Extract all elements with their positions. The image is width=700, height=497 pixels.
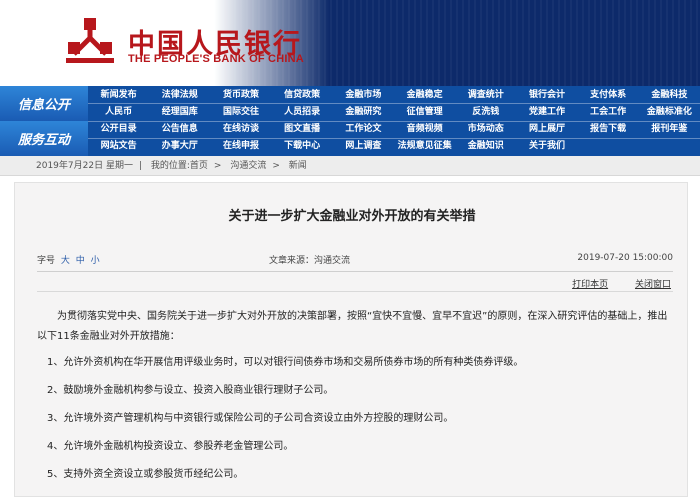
nav-link[interactable]: 在线申报 bbox=[210, 139, 271, 153]
nav-link[interactable]: 人员招录 bbox=[272, 105, 333, 119]
nav-link[interactable]: 网上调查 bbox=[333, 139, 394, 153]
article-intro: 为贯彻落实党中央、国务院关于进一步扩大对外开放的决策部署，按照“宜快不宜慢、宜早… bbox=[37, 311, 668, 342]
nav-link[interactable]: 网站文告 bbox=[88, 139, 149, 153]
print-page-link[interactable]: 打印本页 bbox=[572, 280, 608, 290]
breadcrumb-item-news[interactable]: 新闻 bbox=[289, 161, 307, 171]
nav-link[interactable]: 在线访谈 bbox=[210, 122, 271, 136]
article-panel: 关于进一步扩大金融业对外开放的有关举措 字号 大 中 小 文章来源：沟通交流 2… bbox=[14, 182, 688, 497]
article-tools: 打印本页 关闭窗口 bbox=[548, 277, 671, 290]
nav-link[interactable]: 货币政策 bbox=[210, 88, 271, 102]
nav-link[interactable]: 报刊年鉴 bbox=[639, 122, 700, 136]
nav-link[interactable]: 关于我们 bbox=[516, 139, 577, 153]
nav-link[interactable]: 工作论文 bbox=[333, 122, 394, 136]
nav-link[interactable]: 报告下载 bbox=[578, 122, 639, 136]
nav-link[interactable]: 办事大厅 bbox=[149, 139, 210, 153]
nav-link[interactable]: 金融科技 bbox=[639, 88, 700, 102]
nav-link[interactable]: 金融研究 bbox=[333, 105, 394, 119]
breadcrumb-item-communication[interactable]: 沟通交流 bbox=[230, 161, 266, 171]
article-item: 1、允许外资机构在华开展信用评级业务时，可以对银行间债券市场和交易所债券市场的所… bbox=[47, 357, 524, 368]
breadcrumb: 2019年7月22日 星期一 | 我的位置:首页 > 沟通交流 > 新闻 bbox=[0, 156, 700, 176]
article-body: 为贯彻落实党中央、国务院关于进一步扩大对外开放的决策部署，按照“宜快不宜慢、宜早… bbox=[37, 307, 673, 493]
nav-link[interactable]: 信贷政策 bbox=[272, 88, 333, 102]
article-datetime: 2019-07-20 15:00:00 bbox=[577, 253, 673, 263]
main-navigation: 信息公开 服务互动 新闻发布 法律法规 货币政策 信贷政策 金融市场 金融稳定 调查统计 银行… bbox=[0, 86, 700, 156]
nav-link[interactable]: 工会工作 bbox=[578, 105, 639, 119]
nav-link[interactable]: 法律法规 bbox=[149, 88, 210, 102]
article-item: 3、允许境外资产管理机构与中资银行或保险公司的子公司合资设立由外方控股的理财公司… bbox=[47, 413, 454, 424]
nav-link[interactable]: 征信管理 bbox=[394, 105, 455, 119]
nav-link[interactable]: 公开目录 bbox=[88, 122, 149, 136]
nav-link[interactable]: 反洗钱 bbox=[455, 105, 516, 119]
pboc-logo-icon[interactable] bbox=[64, 14, 116, 66]
nav-link[interactable]: 国际交往 bbox=[210, 105, 271, 119]
font-size-controls: 字号 大 中 小 bbox=[37, 253, 100, 266]
article-title: 关于进一步扩大金融业对外开放的有关举措 bbox=[228, 209, 476, 224]
nav-link[interactable]: 下载中心 bbox=[272, 139, 333, 153]
nav-link[interactable]: 金融稳定 bbox=[394, 88, 455, 102]
nav-link[interactable]: 金融市场 bbox=[333, 88, 394, 102]
article-source: 文章来源：沟通交流 bbox=[269, 256, 351, 266]
nav-link[interactable]: 经理国库 bbox=[149, 105, 210, 119]
nav-link[interactable]: 调查统计 bbox=[455, 88, 516, 102]
font-size-large-link[interactable]: 大 bbox=[61, 256, 70, 266]
nav-link[interactable]: 网上展厅 bbox=[516, 122, 577, 136]
font-size-label: 字号 bbox=[37, 256, 56, 266]
breadcrumb-home-link[interactable]: 我的位置:首页 bbox=[151, 161, 208, 171]
nav-link[interactable]: 党建工作 bbox=[516, 105, 577, 119]
article-item: 5、支持外资全资设立或参股货币经纪公司。 bbox=[47, 469, 244, 480]
breadcrumb-separator: > bbox=[213, 161, 222, 171]
article-item: 2、鼓励境外金融机构参与设立、投资入股商业银行理财子公司。 bbox=[47, 385, 334, 396]
nav-section-info-disclosure[interactable]: 信息公开 bbox=[0, 86, 88, 121]
nav-link[interactable]: 人民币 bbox=[88, 105, 149, 119]
nav-link[interactable]: 市场动态 bbox=[455, 122, 516, 136]
nav-link[interactable]: 新闻发布 bbox=[88, 88, 149, 102]
nav-link[interactable]: 公告信息 bbox=[149, 122, 210, 136]
nav-link[interactable]: 法规意见征集 bbox=[394, 139, 455, 153]
breadcrumb-separator: > bbox=[272, 161, 280, 171]
nav-link[interactable]: 支付体系 bbox=[578, 88, 639, 102]
site-header: 中国人民银行 THE PEOPLE'S BANK OF CHINA bbox=[0, 0, 700, 86]
font-size-small-link[interactable]: 小 bbox=[91, 256, 100, 266]
current-date: 2019年7月22日 星期一 bbox=[36, 161, 133, 171]
font-size-medium-link[interactable]: 中 bbox=[76, 256, 85, 266]
nav-link[interactable]: 图文直播 bbox=[272, 122, 333, 136]
nav-link[interactable]: 音频视频 bbox=[394, 122, 455, 136]
article-item: 4、允许境外金融机构投资设立、参股养老金管理公司。 bbox=[47, 441, 294, 452]
nav-link[interactable]: 银行会计 bbox=[516, 88, 577, 102]
logo-english-name: THE PEOPLE'S BANK OF CHINA bbox=[128, 53, 304, 65]
nav-link[interactable]: 金融知识 bbox=[455, 139, 516, 153]
nav-section-service-interaction[interactable]: 服务互动 bbox=[0, 121, 88, 156]
close-window-link[interactable]: 关闭窗口 bbox=[635, 280, 671, 290]
tools-divider bbox=[37, 291, 673, 292]
article-meta: 字号 大 中 小 文章来源：沟通交流 2019-07-20 15:00:00 bbox=[37, 253, 673, 267]
breadcrumb-separator: | bbox=[138, 161, 142, 171]
nav-link[interactable]: 金融标准化 bbox=[639, 105, 700, 119]
nav-link-grid: 新闻发布 法律法规 货币政策 信贷政策 金融市场 金融稳定 调查统计 银行会计 支付体系 金融科技… bbox=[88, 86, 700, 156]
meta-divider bbox=[37, 271, 673, 272]
